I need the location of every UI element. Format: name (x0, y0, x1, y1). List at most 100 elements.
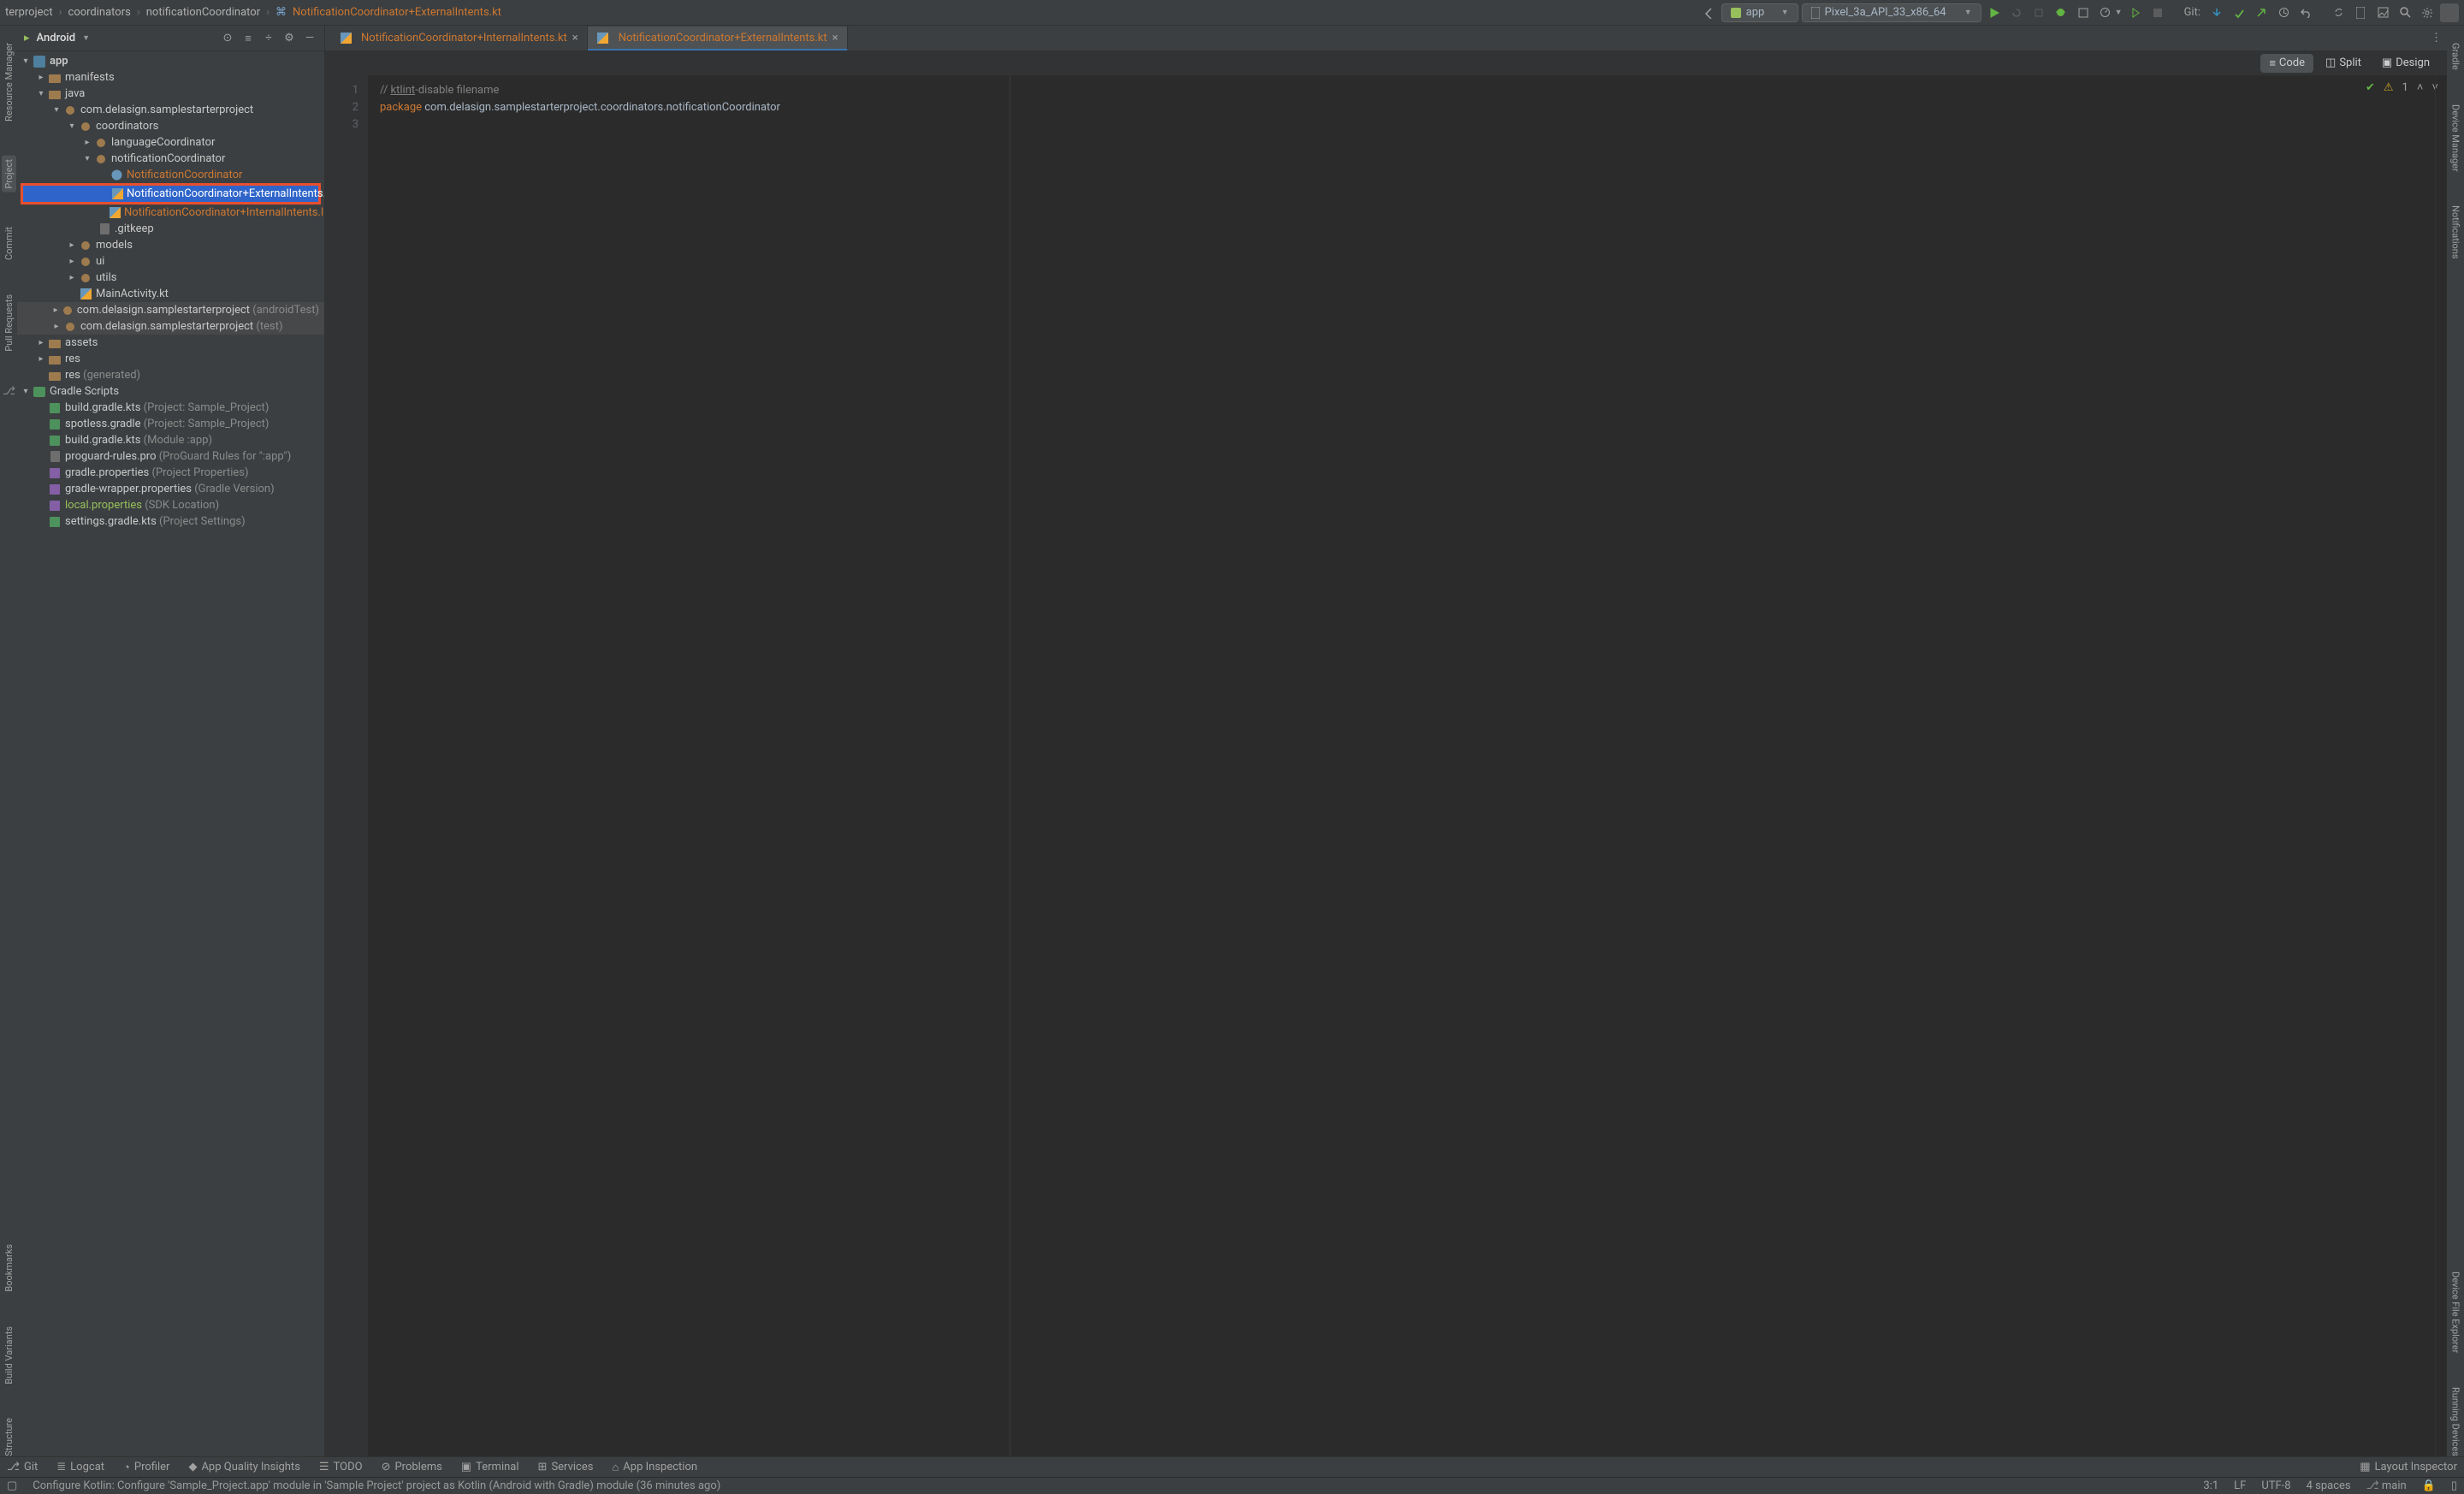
tree-node-notification-coordinator-class[interactable]: NotificationCoordinator (17, 167, 324, 183)
settings-icon[interactable] (2418, 3, 2437, 22)
vcs-log-icon[interactable]: ⎇ (3, 385, 15, 397)
tool-window-commit[interactable]: Commit (3, 227, 15, 260)
attach-debugger-icon[interactable] (2126, 3, 2145, 22)
tool-window-resource-manager[interactable]: Resource Manager (3, 43, 15, 122)
tree-node-ui[interactable]: ▸ui (17, 253, 324, 270)
code-content[interactable]: // ktlint-disable filename package com.d… (368, 75, 2447, 1456)
tool-window-problems[interactable]: ⊘Problems (382, 1461, 442, 1473)
breadcrumb-item[interactable]: notificationCoordinator (146, 6, 260, 19)
undo-icon[interactable] (2296, 3, 2315, 22)
tree-node-language-coordinator[interactable]: ▸languageCoordinator (17, 134, 324, 151)
tree-node-coordinators[interactable]: ▾coordinators (17, 118, 324, 134)
tool-window-layout-inspector[interactable]: ▦Layout Inspector (2360, 1461, 2457, 1473)
project-view-selector[interactable]: Android (37, 32, 76, 44)
line-separator[interactable]: LF (2234, 1479, 2246, 1492)
caret-position[interactable]: 3:1 (2203, 1479, 2218, 1492)
tree-node-local-properties[interactable]: local.properties (SDK Location) (17, 497, 324, 513)
gutter[interactable]: 123 (325, 75, 368, 1456)
close-tab-icon[interactable]: × (572, 32, 578, 44)
breadcrumb[interactable]: terproject› coordinators› notificationCo… (5, 6, 501, 19)
vcs-push-icon[interactable] (2252, 3, 2271, 22)
tree-node-utils[interactable]: ▸utils (17, 270, 324, 286)
tree-node-package[interactable]: ▾com.delasign.samplestarterproject (17, 102, 324, 118)
coverage-icon[interactable] (2074, 3, 2093, 22)
memory-indicator-icon[interactable]: ▯ (2451, 1479, 2457, 1492)
profile-icon[interactable] (2096, 3, 2115, 22)
tool-window-structure[interactable]: Structure (3, 1418, 15, 1456)
file-encoding[interactable]: UTF-8 (2261, 1479, 2290, 1492)
tree-node-main-activity[interactable]: MainActivity.kt (17, 286, 324, 302)
editor-tab[interactable]: NotificationCoordinator+ExternalIntents.… (588, 26, 848, 50)
tree-node-gitkeep[interactable]: .gitkeep (17, 221, 324, 237)
tree-node-manifests[interactable]: ▸manifests (17, 69, 324, 86)
hide-icon[interactable]: — (302, 31, 317, 46)
tool-window-bookmarks[interactable]: Bookmarks (3, 1244, 15, 1292)
tree-node-build-gradle-project[interactable]: build.gradle.kts (Project: Sample_Projec… (17, 400, 324, 416)
tree-node-build-gradle-app[interactable]: build.gradle.kts (Module :app) (17, 432, 324, 448)
indent-settings[interactable]: 4 spaces (2307, 1479, 2351, 1492)
tree-node-external-intents-file[interactable]: NotificationCoordinator+ExternalIntents. (23, 186, 318, 202)
tree-node-assets[interactable]: ▸assets (17, 335, 324, 351)
inspection-summary[interactable]: ✔ ⚠1 ˄ ˅ (2366, 80, 2438, 94)
vcs-commit-icon[interactable] (2230, 3, 2248, 22)
tree-node-res[interactable]: ▸res (17, 351, 324, 367)
debug-button[interactable] (2052, 3, 2070, 22)
breadcrumb-item[interactable]: terproject (5, 6, 53, 19)
tool-window-services[interactable]: ⊞Services (538, 1461, 594, 1473)
tool-window-project[interactable]: Project (2, 156, 16, 193)
navigate-back-icon[interactable] (1699, 3, 1718, 22)
tree-node-spotless-gradle[interactable]: spotless.gradle (Project: Sample_Project… (17, 416, 324, 432)
sync-gradle-icon[interactable] (2329, 3, 2348, 22)
tool-window-todo[interactable]: ☰TODO (319, 1461, 363, 1473)
tree-node-models[interactable]: ▸models (17, 237, 324, 253)
tree-node-res-generated[interactable]: res (generated) (17, 367, 324, 383)
error-stripe[interactable] (2435, 75, 2447, 1456)
tool-window-profiler[interactable]: ◔Profiler (123, 1461, 169, 1474)
project-tree[interactable]: ▾app ▸manifests ▾java ▾com.delasign.samp… (17, 51, 324, 1456)
tool-window-gradle[interactable]: Gradle (2450, 43, 2461, 70)
tree-node-gradle-scripts[interactable]: ▾Gradle Scripts (17, 383, 324, 400)
design-view-button[interactable]: ▣Design (2373, 54, 2438, 72)
tree-node-internal-intents-file[interactable]: NotificationCoordinator+InternalIntents.… (17, 205, 324, 221)
tool-window-notifications[interactable]: Notifications (2450, 205, 2461, 259)
editor-tab[interactable]: NotificationCoordinator+InternalIntents.… (330, 26, 588, 50)
tree-node-java[interactable]: ▾java (17, 86, 324, 102)
expand-icon[interactable]: ≡ (240, 31, 256, 46)
tool-window-git[interactable]: ⎇Git (7, 1461, 38, 1473)
tree-node-app[interactable]: ▾app (17, 53, 324, 69)
chevron-down-icon[interactable]: ▼ (82, 33, 90, 43)
run-config-device-dropdown[interactable]: Pixel_3a_API_33_x86_64 ▼ (1802, 3, 1981, 22)
status-message[interactable]: Configure Kotlin: Configure 'Sample_Proj… (33, 1479, 720, 1492)
git-branch-widget[interactable]: ⎇ main (2366, 1479, 2407, 1492)
tool-window-terminal[interactable]: ▣Terminal (461, 1461, 519, 1473)
chevron-up-icon[interactable]: ˄ (2417, 80, 2424, 94)
close-tab-icon[interactable]: × (832, 32, 838, 44)
breadcrumb-item[interactable]: coordinators (68, 6, 131, 19)
tree-node-package-androidtest[interactable]: ▸com.delasign.samplestarterproject (andr… (17, 302, 324, 318)
tree-node-proguard[interactable]: proguard-rules.pro (ProGuard Rules for "… (17, 448, 324, 465)
select-opened-file-icon[interactable]: ⊙ (220, 31, 235, 46)
settings-icon[interactable]: ⚙ (281, 31, 297, 46)
tool-window-device-file-explorer[interactable]: Device File Explorer (2450, 1272, 2461, 1353)
tool-window-pull-requests[interactable]: Pull Requests (3, 294, 15, 352)
run-button[interactable] (1985, 3, 2004, 22)
read-only-lock-icon[interactable]: 🔒 (2422, 1479, 2436, 1492)
vcs-history-icon[interactable] (2274, 3, 2293, 22)
collapse-icon[interactable]: ÷ (261, 31, 276, 46)
tool-windows-quick-access-icon[interactable]: ▢ (7, 1479, 17, 1492)
device-manager-icon[interactable] (2351, 3, 2370, 22)
tree-node-gradle-wrapper-properties[interactable]: gradle-wrapper.properties (Gradle Versio… (17, 481, 324, 497)
tool-window-running-devices[interactable]: Running Devices (2450, 1387, 2461, 1456)
breadcrumb-item-file[interactable]: NotificationCoordinator+ExternalIntents.… (293, 6, 501, 19)
sdk-manager-icon[interactable] (2373, 3, 2392, 22)
code-view-button[interactable]: ≡Code (2260, 54, 2313, 73)
split-view-button[interactable]: ◫Split (2317, 54, 2370, 72)
run-config-module-dropdown[interactable]: app ▼ (1721, 3, 1798, 22)
vcs-update-icon[interactable] (2207, 3, 2226, 22)
tool-window-device-manager[interactable]: Device Manager (2450, 104, 2461, 172)
tree-node-settings-gradle[interactable]: settings.gradle.kts (Project Settings) (17, 513, 324, 530)
search-icon[interactable] (2396, 3, 2414, 22)
tree-node-gradle-properties[interactable]: gradle.properties (Project Properties) (17, 465, 324, 481)
chevron-down-icon[interactable]: ▼ (2115, 8, 2123, 17)
tree-node-notification-coordinator[interactable]: ▾notificationCoordinator (17, 151, 324, 167)
